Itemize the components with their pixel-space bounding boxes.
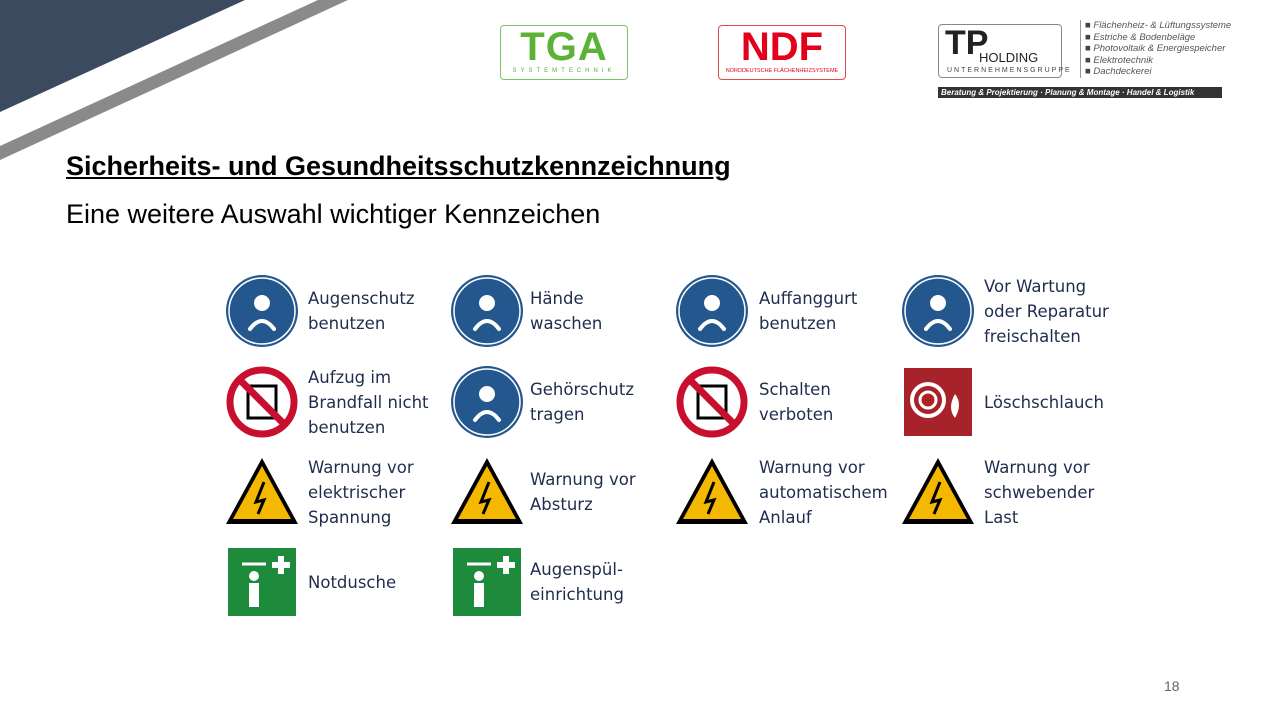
mandatory-sign-shape <box>451 275 523 347</box>
tp-tagline: Beratung & Projektierung · Planung & Mon… <box>938 87 1222 98</box>
sign-label: Warnung vor automatischem Anlauf <box>759 457 888 527</box>
page-number: 18 <box>1164 678 1180 694</box>
sign-label: Löschschlauch <box>984 392 1104 412</box>
sign-label: Augenschutz benutzen <box>308 289 415 333</box>
rescue-sign-shape <box>228 548 296 616</box>
sign-label: Augenspül- einrichtung <box>530 560 624 604</box>
disconnect-switch-icon <box>900 273 976 349</box>
automatic-start-icon <box>674 454 750 530</box>
fire-hose-icon <box>900 364 976 440</box>
sign-label: Vor Wartung oder Reparatur freischalten <box>984 276 1109 346</box>
sign-label: Warnung vor elektrischer Spannung <box>308 457 414 527</box>
slide-subtitle: Eine weitere Auswahl wichtiger Kennzeich… <box>66 199 601 229</box>
mandatory-sign-shape <box>902 275 974 347</box>
tga-logo: TGA SYSTEMTECHNIK <box>500 25 628 80</box>
warning-sign-shape <box>226 458 298 524</box>
sign-label: Warnung vor schwebender Last <box>984 457 1095 527</box>
eyewash-icon <box>449 544 525 620</box>
corner-decoration <box>0 0 348 160</box>
electric-voltage-icon <box>224 454 300 530</box>
sign-label: Warnung vor Absturz <box>530 470 636 514</box>
suspended-load-icon <box>900 454 976 530</box>
sign-label: Gehörschutz tragen <box>530 380 634 424</box>
mandatory-sign-shape <box>676 275 748 347</box>
warning-sign-shape <box>676 458 748 524</box>
mandatory-sign-shape <box>226 275 298 347</box>
sign-label: Schalten verboten <box>759 380 834 424</box>
tp-holding-logo: TP HOLDING UNTERNEHMENSGRUPPE <box>938 24 1070 78</box>
ndf-logo: NDF NORDDEUTSCHE FLÄCHENHEIZSYSTEME <box>718 25 846 80</box>
sign-label: Notdusche <box>308 572 397 592</box>
sign-label: Aufzug im Brandfall nicht benutzen <box>308 367 429 437</box>
no-elevator-icon <box>224 364 300 440</box>
ear-protection-icon <box>449 364 525 440</box>
rescue-sign-shape <box>453 548 521 616</box>
warning-sign-shape <box>902 458 974 524</box>
sign-label: Auffanggurt benutzen <box>759 289 858 333</box>
fire-sign-shape <box>904 368 972 436</box>
slide-title: Sicherheits- und Gesundheitsschutzkennze… <box>66 151 731 181</box>
tp-services-list: Flächenheiz- & Lüftungssysteme Estriche … <box>1080 20 1231 78</box>
goggles-icon <box>224 273 300 349</box>
no-switching-icon <box>674 364 750 440</box>
mandatory-sign-shape <box>451 366 523 438</box>
wash-hands-icon <box>449 273 525 349</box>
prohibition-sign-shape <box>676 366 748 438</box>
sign-label: Hände waschen <box>530 289 603 333</box>
harness-icon <box>674 273 750 349</box>
fall-hazard-icon <box>449 454 525 530</box>
prohibition-sign-shape <box>226 366 298 438</box>
warning-sign-shape <box>451 458 523 524</box>
emergency-shower-icon <box>224 544 300 620</box>
